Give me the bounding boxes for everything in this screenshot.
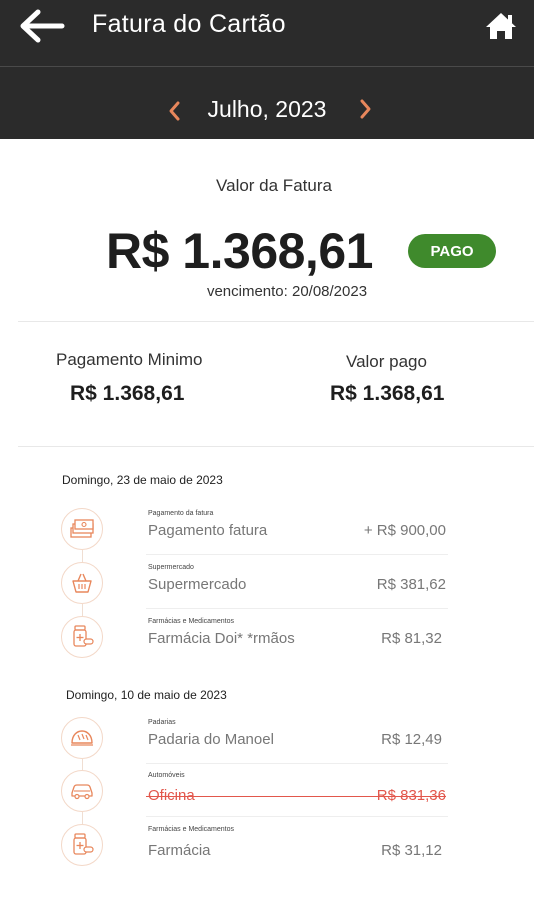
- medicine-icon: [73, 625, 94, 647]
- timeline-connector: [82, 550, 83, 562]
- category-label: Supermercado: [148, 564, 194, 571]
- row-divider: [146, 554, 448, 555]
- transaction-name[interactable]: Supermercado: [148, 576, 246, 593]
- row-divider: [146, 816, 448, 817]
- category-label: Pagamento da fatura: [148, 510, 214, 517]
- cancelled-strikethrough: [146, 796, 446, 797]
- timeline-connector: [82, 812, 83, 824]
- paid-label: Valor pago: [346, 352, 427, 371]
- shopping-basket-icon: [72, 573, 92, 593]
- category-label: Automóveis: [148, 772, 185, 779]
- min-payment-label: Pagamento Minimo: [56, 350, 203, 369]
- category-label: Farmácias e Medicamentos: [148, 618, 234, 625]
- timeline-connector: [82, 604, 83, 616]
- money-stack-icon: [70, 519, 94, 538]
- bread-icon: [71, 730, 93, 746]
- category-icon: [61, 824, 103, 866]
- month-label: Julho, 2023: [207, 96, 327, 122]
- medicine-icon: [73, 833, 94, 855]
- transaction-amount: R$ 81,32: [381, 630, 442, 647]
- category-icon: [61, 717, 103, 759]
- timeline-connector: [82, 759, 83, 770]
- paid-value: R$ 1.368,61: [330, 382, 445, 405]
- back-button[interactable]: [14, 6, 70, 46]
- date-header: Domingo, 10 de maio de 2023: [66, 688, 227, 702]
- invoice-caption: Valor da Fatura: [216, 176, 332, 195]
- category-label: Padarias: [148, 719, 176, 726]
- transaction-name[interactable]: Farmácia Doi* *rmãos: [148, 630, 295, 647]
- next-month-button[interactable]: [352, 94, 380, 124]
- transaction-name[interactable]: Pagamento fatura: [148, 522, 267, 539]
- min-payment-value: R$ 1.368,61: [70, 382, 185, 405]
- row-divider: [146, 608, 448, 609]
- transaction-amount: R$ 12,49: [381, 731, 442, 748]
- transaction-name[interactable]: Padaria do Manoel: [148, 731, 274, 748]
- chevron-right-icon: [360, 99, 371, 119]
- row-divider: [146, 763, 448, 764]
- car-icon: [71, 784, 93, 800]
- transaction-amount: R$ 381,62: [376, 576, 446, 593]
- divider: [18, 446, 534, 447]
- transaction-amount: + R$ 900,00: [363, 522, 446, 539]
- date-header: Domingo, 23 de maio de 2023: [62, 473, 223, 487]
- category-icon: [61, 770, 103, 812]
- arrow-left-icon: [20, 9, 65, 43]
- invoice-amount: R$ 1.368,61: [106, 223, 373, 279]
- status-badge: PAGO: [408, 234, 496, 268]
- page-title: Fatura do Cartão: [92, 10, 286, 38]
- transaction-name[interactable]: Farmácia: [148, 842, 211, 859]
- category-icon: [61, 562, 103, 604]
- transaction-amount: R$ 31,12: [381, 842, 442, 859]
- home-button[interactable]: [480, 6, 522, 46]
- category-icon: [61, 508, 103, 550]
- category-label: Farmácias e Medicamentos: [148, 826, 234, 833]
- chevron-left-icon: [169, 101, 180, 121]
- home-icon: [486, 13, 516, 39]
- divider: [18, 321, 534, 322]
- due-date: vencimento: 20/08/2023: [206, 283, 368, 300]
- category-icon: [61, 616, 103, 658]
- prev-month-button[interactable]: [160, 96, 188, 126]
